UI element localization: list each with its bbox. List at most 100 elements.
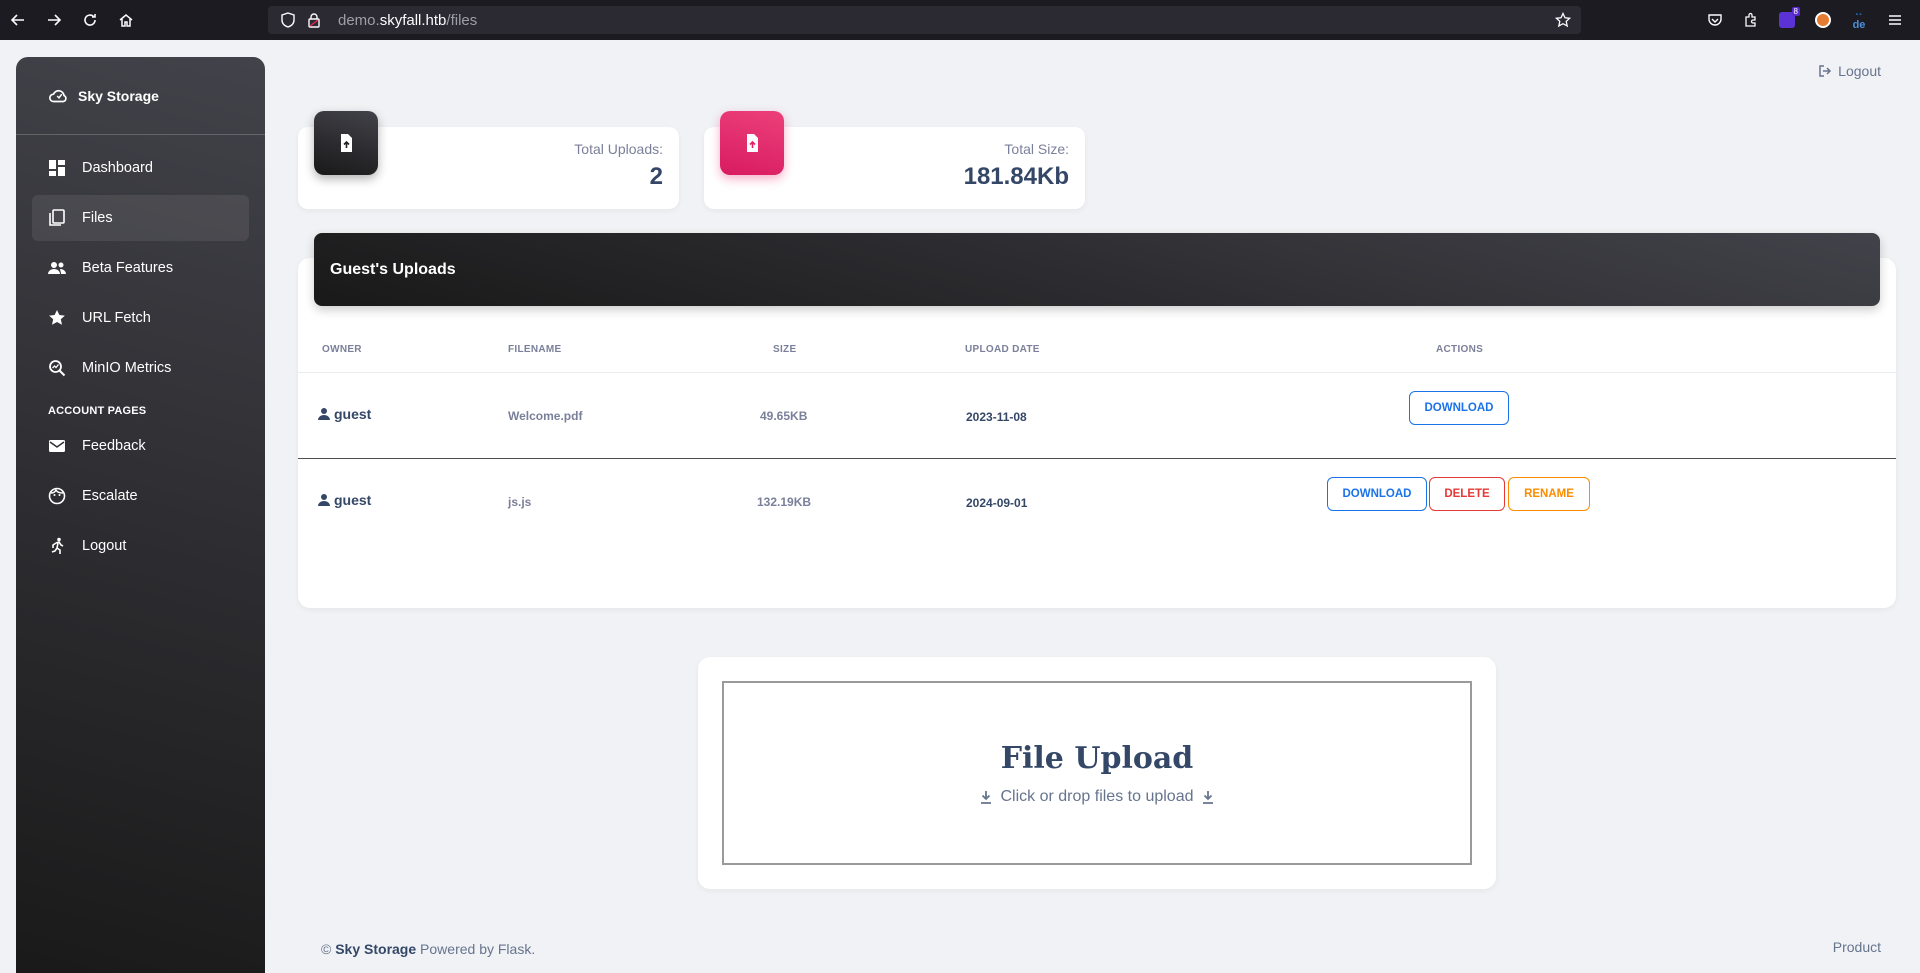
cloud-sync-icon xyxy=(48,85,70,107)
owner-cell: guest xyxy=(317,492,371,508)
forward-button[interactable] xyxy=(36,0,72,40)
file-dropzone[interactable]: File Upload Click or drop files to uploa… xyxy=(722,681,1472,865)
reload-icon xyxy=(84,14,96,26)
extension-orange-icon xyxy=(1815,12,1831,28)
rename-button[interactable]: RENAME xyxy=(1508,477,1590,511)
column-header-owner: OWNER xyxy=(322,344,362,355)
lock-icon[interactable] xyxy=(306,12,322,28)
extension-orange-button[interactable] xyxy=(1808,5,1838,35)
filename-cell: js.js xyxy=(508,495,532,509)
sidebar-item-label: URL Fetch xyxy=(82,310,151,326)
header-logout-link[interactable]: Logout xyxy=(1818,63,1881,79)
download-button[interactable]: DOWNLOAD xyxy=(1327,477,1427,511)
download-arrow-icon xyxy=(980,790,991,804)
bookmark-star-icon[interactable] xyxy=(1555,12,1571,28)
total-size-card: Total Size: 181.84Kb xyxy=(704,111,1085,209)
brand-name: Sky Storage xyxy=(78,87,159,104)
footer-powered-by: Powered by Flask. xyxy=(420,941,536,957)
owner-name: guest xyxy=(334,406,372,422)
logout-icon xyxy=(1819,65,1832,77)
column-header-filename: FILENAME xyxy=(508,344,562,355)
download-button[interactable]: DOWNLOAD xyxy=(1409,391,1509,425)
download-arrow-icon xyxy=(1203,790,1214,804)
back-arrow-icon xyxy=(10,14,24,26)
tracking-shield-icon[interactable] xyxy=(280,12,296,28)
face-icon xyxy=(48,487,66,505)
sidebar-item-label: Logout xyxy=(82,538,127,554)
copyright-symbol: © xyxy=(321,941,332,957)
footer-brand-link[interactable]: Sky Storage xyxy=(335,941,416,957)
sidebar-item-label: Dashboard xyxy=(82,160,153,176)
size-cell: 132.19KB xyxy=(757,495,812,509)
extension-purple-button[interactable]: 8 xyxy=(1772,5,1802,35)
sidebar-item-dashboard[interactable]: Dashboard xyxy=(32,145,249,191)
column-header-actions: ACTIONS xyxy=(1436,344,1484,355)
footer-product-link[interactable]: Product xyxy=(1833,939,1881,955)
total-size-label: Total Size: xyxy=(1004,141,1069,157)
url-path: /files xyxy=(446,11,478,29)
column-header-upload-date: UPLOAD DATE xyxy=(965,344,1040,355)
row-divider xyxy=(298,458,1896,459)
puzzle-icon xyxy=(1745,12,1756,27)
sidebar-item-feedback[interactable]: Feedback xyxy=(32,423,249,469)
date-cell: 2024-09-01 xyxy=(966,496,1028,510)
menu-button[interactable] xyxy=(1880,5,1910,35)
column-header-size: SIZE xyxy=(773,344,797,355)
extensions-button[interactable] xyxy=(1736,5,1766,35)
upload-card: File Upload Click or drop files to uploa… xyxy=(698,657,1496,889)
extension-de-button[interactable]: ·· de xyxy=(1844,5,1874,35)
sidebar-item-files[interactable]: Files xyxy=(32,195,249,241)
uploads-table-card: Guest's Uploads OWNER FILENAME SIZE UPLO… xyxy=(298,233,1896,608)
url-domain: skyfall.htb xyxy=(379,11,447,29)
table-title: Guest's Uploads xyxy=(330,260,456,278)
footer-copyright: © Sky Storage Powered by Flask. xyxy=(321,941,535,957)
sidebar-nav: Dashboard Files Beta Features URL Fetch … xyxy=(16,135,265,569)
size-cell: 49.65KB xyxy=(760,409,808,423)
home-button[interactable] xyxy=(108,0,144,40)
upload-size-icon xyxy=(720,111,784,175)
sidebar: Sky Storage Dashboard Files Beta Feature… xyxy=(16,57,265,973)
reload-button[interactable] xyxy=(72,0,108,40)
sidebar-item-beta-features[interactable]: Beta Features xyxy=(32,245,249,291)
home-icon xyxy=(119,14,133,27)
upload-instructions: Click or drop files to upload xyxy=(979,788,1216,806)
address-bar[interactable]: demo.skyfall.htb/files xyxy=(268,6,1581,34)
hamburger-menu-icon xyxy=(1889,15,1901,25)
star-icon xyxy=(48,309,66,327)
owner-cell: guest xyxy=(317,406,371,422)
header-logout-label: Logout xyxy=(1838,63,1881,79)
pocket-icon xyxy=(1708,14,1722,26)
sidebar-item-label: Feedback xyxy=(82,438,146,454)
sidebar-item-escalate[interactable]: Escalate xyxy=(32,473,249,519)
delete-button[interactable]: DELETE xyxy=(1429,477,1505,511)
sidebar-item-label: MinIO Metrics xyxy=(82,360,172,376)
sidebar-item-minio-metrics[interactable]: MinIO Metrics xyxy=(32,345,249,391)
upload-file-icon xyxy=(314,111,378,175)
total-uploads-value: 2 xyxy=(649,163,663,190)
url-text: demo.skyfall.htb/files xyxy=(338,12,477,29)
filename-cell: Welcome.pdf xyxy=(508,409,583,423)
total-uploads-card: Total Uploads: 2 xyxy=(298,111,679,209)
person-icon xyxy=(318,494,330,506)
date-cell: 2023-11-08 xyxy=(966,410,1027,424)
sidebar-brand[interactable]: Sky Storage xyxy=(16,57,265,135)
table-header: Guest's Uploads xyxy=(314,233,1880,306)
row-divider xyxy=(298,372,1896,373)
extension-de-icon: ·· de xyxy=(1852,9,1866,31)
sidebar-item-label: Escalate xyxy=(82,488,138,504)
extension-de-text: de xyxy=(1852,19,1866,31)
extension-badge: 8 xyxy=(1791,7,1800,16)
pocket-button[interactable] xyxy=(1700,5,1730,35)
upload-subtitle: Click or drop files to upload xyxy=(1000,787,1194,805)
person-icon xyxy=(318,408,330,420)
account-pages-heading: ACCOUNT PAGES xyxy=(48,405,147,417)
files-icon xyxy=(48,209,66,227)
run-icon xyxy=(48,537,66,555)
sidebar-item-label: Beta Features xyxy=(82,260,174,276)
mail-icon xyxy=(48,437,66,455)
owner-name: guest xyxy=(334,492,372,508)
total-size-value: 181.84Kb xyxy=(963,163,1069,190)
sidebar-item-url-fetch[interactable]: URL Fetch xyxy=(32,295,249,341)
sidebar-item-logout[interactable]: Logout xyxy=(32,523,249,569)
back-button[interactable] xyxy=(0,0,36,40)
